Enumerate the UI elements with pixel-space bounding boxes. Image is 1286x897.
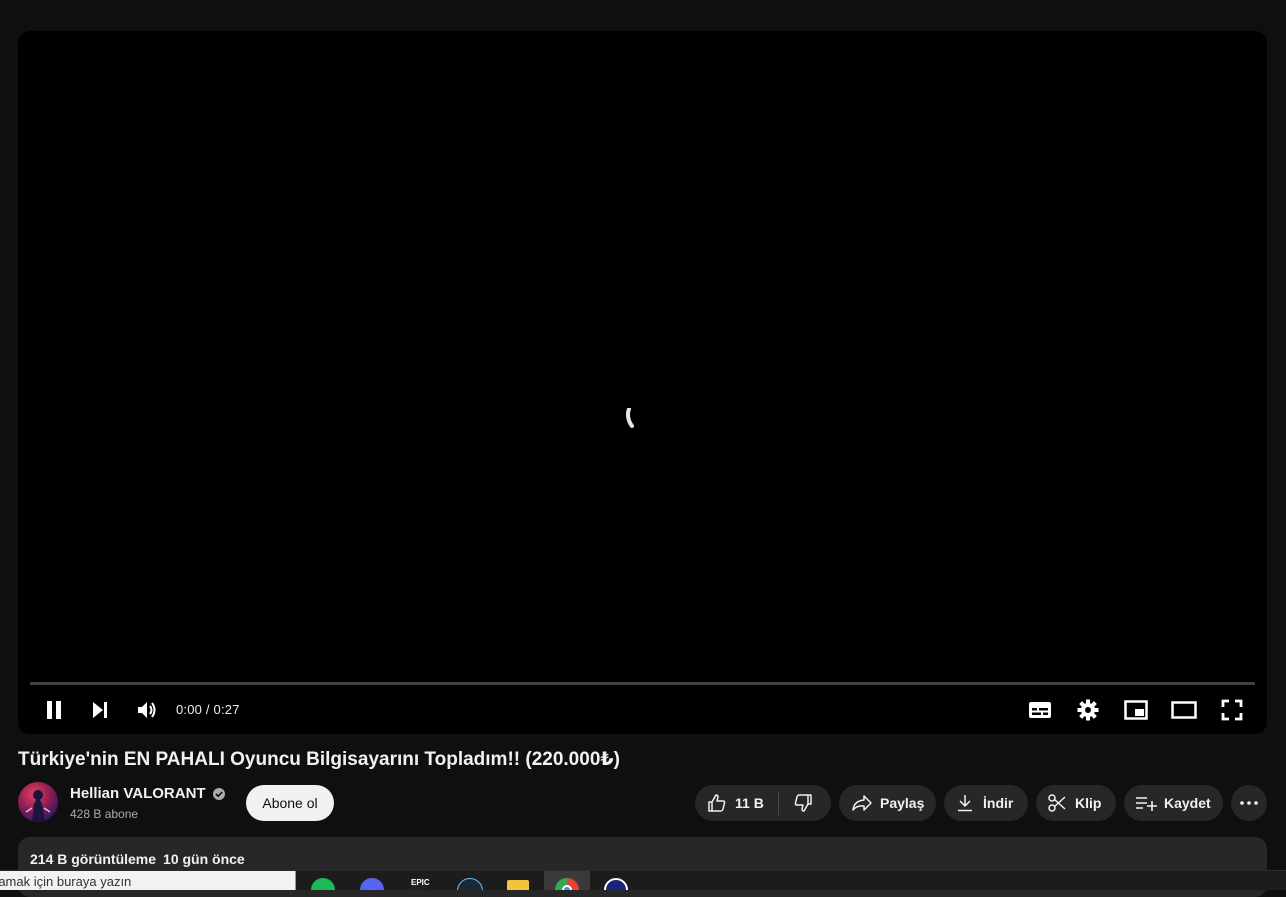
pause-icon	[47, 701, 61, 719]
like-button[interactable]: 11 B	[695, 785, 778, 821]
epic-games-icon[interactable]: EPIC	[397, 871, 443, 890]
share-button[interactable]: Paylaş	[839, 785, 936, 821]
like-dislike-group: 11 B	[695, 785, 831, 821]
subtitles-button[interactable]	[1022, 695, 1058, 725]
subscribe-button[interactable]: Abone ol	[246, 785, 334, 821]
more-actions-button[interactable]	[1231, 785, 1267, 821]
thumbs-down-icon	[794, 794, 812, 812]
thumbs-up-icon	[708, 794, 726, 812]
app-icon[interactable]	[593, 871, 639, 890]
time-display: 0:00 / 0:27	[176, 702, 240, 717]
miniplayer-icon	[1124, 700, 1148, 720]
fullscreen-button[interactable]	[1214, 695, 1250, 725]
theater-mode-icon	[1171, 701, 1197, 719]
taskbar-search-box[interactable]: ramak için buraya yazın	[0, 871, 296, 890]
dislike-button[interactable]	[779, 785, 829, 821]
clip-label: Klip	[1075, 795, 1102, 811]
discord-icon[interactable]	[349, 871, 395, 890]
channel-avatar[interactable]	[18, 782, 58, 822]
channel-name[interactable]: Hellian VALORANT	[70, 785, 226, 802]
settings-button[interactable]	[1070, 695, 1106, 725]
share-icon	[852, 795, 872, 811]
volume-button[interactable]	[129, 695, 165, 725]
save-button[interactable]: Kaydet	[1124, 785, 1223, 821]
playlist-add-icon	[1136, 797, 1157, 811]
video-player[interactable]: 0:00 / 0:27	[18, 31, 1267, 734]
description-meta: 214 B görüntüleme 10 gün önce	[30, 851, 245, 867]
download-icon	[958, 795, 972, 812]
clip-button[interactable]: Klip	[1036, 785, 1116, 821]
chrome-icon[interactable]	[544, 871, 590, 890]
next-icon	[93, 702, 107, 718]
download-button[interactable]: İndir	[944, 785, 1028, 821]
steam-icon[interactable]	[446, 871, 492, 890]
view-count: 214 B görüntüleme	[30, 851, 157, 867]
upload-date: 10 gün önce	[163, 851, 245, 867]
more-horizontal-icon	[1240, 801, 1258, 805]
spotify-icon[interactable]	[300, 871, 346, 890]
volume-icon	[138, 702, 156, 718]
download-label: İndir	[983, 795, 1014, 811]
gear-icon	[1077, 699, 1099, 721]
like-count: 11 B	[735, 795, 764, 811]
scissors-icon	[1048, 794, 1066, 812]
pause-button[interactable]	[36, 695, 72, 725]
subscriber-count: 428 B abone	[70, 807, 139, 821]
save-label: Kaydet	[1164, 795, 1211, 811]
file-explorer-icon[interactable]	[495, 871, 541, 890]
taskbar-search-placeholder: ramak için buraya yazın	[0, 874, 132, 889]
verified-badge-icon	[212, 787, 225, 800]
avatar-image-icon	[25, 790, 51, 822]
channel-name-text[interactable]: Hellian VALORANT	[70, 785, 206, 802]
share-label: Paylaş	[880, 795, 925, 811]
miniplayer-button[interactable]	[1118, 695, 1154, 725]
fullscreen-icon	[1221, 699, 1243, 721]
subtitles-icon	[1029, 702, 1051, 718]
windows-taskbar: ramak için buraya yazın EPIC	[0, 870, 1286, 890]
next-button[interactable]	[82, 695, 118, 725]
progress-bar[interactable]	[30, 682, 1255, 685]
loading-spinner-icon	[626, 408, 634, 428]
video-title: Türkiye'nin EN PAHALI Oyuncu Bilgisayarı…	[18, 749, 620, 770]
theater-mode-button[interactable]	[1166, 695, 1202, 725]
